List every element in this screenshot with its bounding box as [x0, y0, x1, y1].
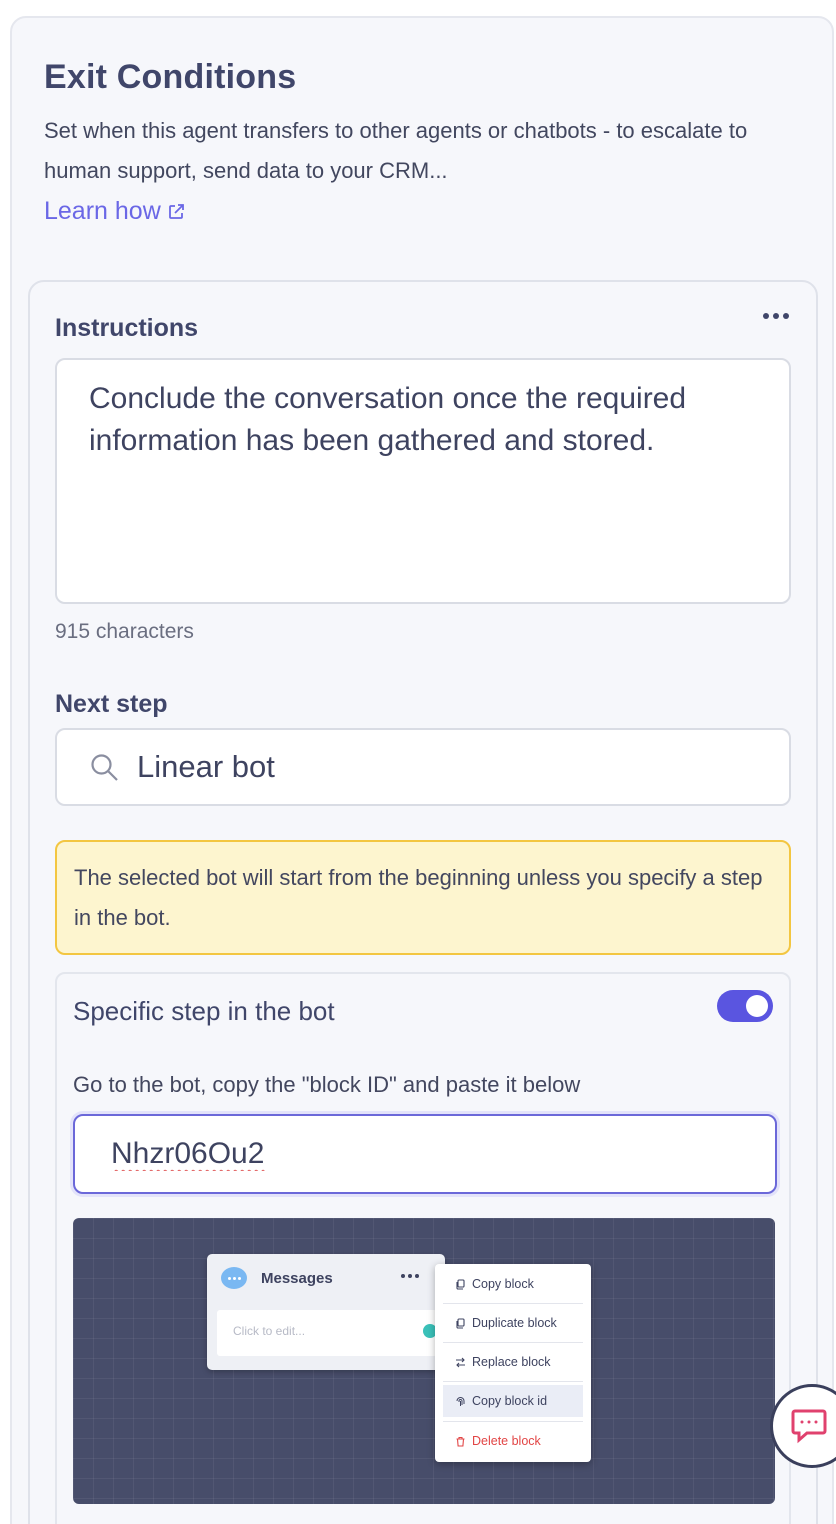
specific-step-title: Specific step in the bot — [73, 996, 335, 1026]
block-id-input[interactable] — [73, 1114, 777, 1194]
instructions-textarea[interactable]: Conclude the conversation once the requi… — [55, 358, 791, 604]
next-step-label: Next step — [55, 690, 168, 718]
character-count: 915 characters — [55, 620, 194, 643]
click-to-edit-placeholder: Click to edit... — [217, 1310, 437, 1356]
search-icon — [91, 754, 118, 781]
menu-item-copy-block-id: Copy block id — [443, 1385, 583, 1417]
trash-icon — [456, 1436, 465, 1447]
messages-block-title: Messages — [261, 1269, 333, 1287]
learn-how-label: Learn how — [44, 197, 161, 225]
panel-description: Set when this agent transfers to other a… — [44, 118, 748, 183]
more-options-icon[interactable] — [758, 304, 794, 328]
instructions-label: Instructions — [55, 314, 199, 342]
block-id-help-text: Go to the bot, copy the "block ID" and p… — [73, 1072, 581, 1097]
menu-item-copy-block: Copy block — [443, 1268, 583, 1300]
start-from-beginning-notice: The selected bot will start from the beg… — [55, 840, 791, 955]
chat-icon — [791, 1409, 827, 1444]
swap-icon — [456, 1357, 465, 1367]
chat-bubble-icon — [221, 1267, 247, 1289]
specific-step-section: Specific step in the bot Go to the bot, … — [55, 972, 791, 1524]
messages-block-card: Messages Click to edit... — [207, 1254, 445, 1370]
block-context-menu: Copy block Duplicate block Replace block — [435, 1264, 591, 1462]
exit-condition-card: Instructions Conclude the conversation o… — [28, 280, 818, 1524]
block-id-tutorial-image: Messages Click to edit... Copy block Dup… — [73, 1218, 775, 1504]
page-title: Exit Conditions — [44, 58, 297, 96]
fingerprint-icon — [456, 1396, 465, 1406]
block-menu-icon — [401, 1274, 419, 1278]
menu-item-delete-block: Delete block — [443, 1425, 583, 1457]
menu-item-duplicate-block: Duplicate block — [443, 1307, 583, 1339]
external-link-icon — [168, 203, 184, 219]
next-step-search[interactable] — [55, 728, 791, 806]
specific-step-toggle[interactable] — [717, 990, 773, 1022]
menu-item-replace-block: Replace block — [443, 1346, 583, 1378]
copy-icon — [456, 1278, 465, 1290]
exit-conditions-panel: Exit Conditions Set when this agent tran… — [10, 16, 834, 1524]
learn-how-link[interactable]: Learn how — [44, 197, 185, 226]
next-step-input[interactable] — [137, 749, 737, 785]
panel-header: Exit Conditions Set when this agent tran… — [44, 58, 804, 226]
duplicate-icon — [456, 1317, 465, 1329]
toggle-knob — [746, 995, 768, 1017]
